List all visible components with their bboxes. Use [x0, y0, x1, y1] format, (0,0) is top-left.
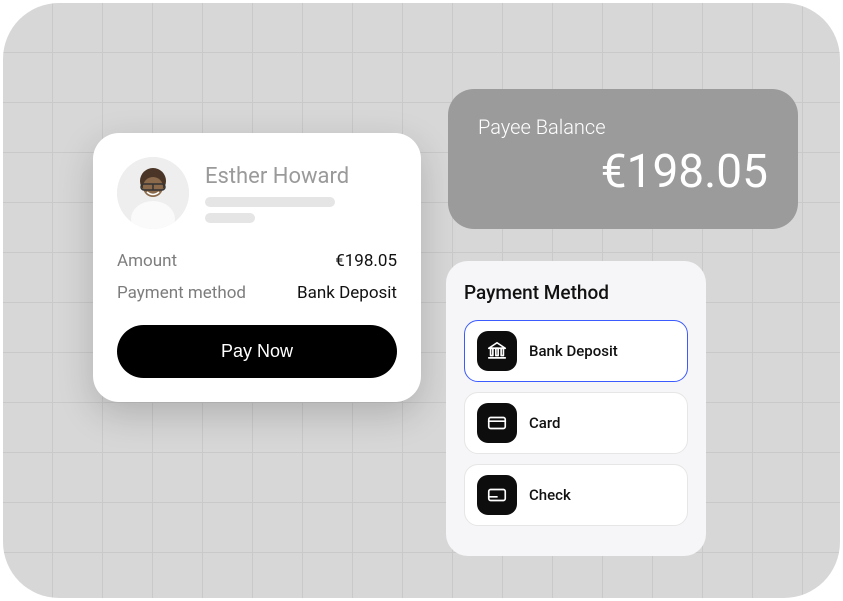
payee-name: Esther Howard: [205, 164, 397, 189]
method-row: Payment method Bank Deposit: [117, 283, 397, 303]
method-option-card[interactable]: Card: [464, 392, 688, 454]
app-canvas: Esther Howard Amount €198.05 Payment met…: [3, 3, 840, 598]
payee-header: Esther Howard: [117, 157, 397, 229]
skeleton: [205, 197, 397, 223]
balance-label: Payee Balance: [478, 115, 768, 139]
pay-now-button[interactable]: Pay Now: [117, 325, 397, 378]
check-icon: [477, 475, 517, 515]
method-label: Payment method: [117, 283, 246, 303]
balance-value: €198.05: [478, 145, 768, 199]
amount-value: €198.05: [335, 251, 397, 271]
payment-method-card: Payment Method Bank Deposit Ca: [446, 261, 706, 556]
payee-info: Esther Howard: [205, 164, 397, 223]
skeleton-line: [205, 197, 335, 207]
method-option-bank-deposit[interactable]: Bank Deposit: [464, 320, 688, 382]
method-label: Card: [529, 414, 561, 432]
amount-row: Amount €198.05: [117, 251, 397, 271]
method-value: Bank Deposit: [297, 283, 397, 303]
bank-icon: [477, 331, 517, 371]
method-option-check[interactable]: Check: [464, 464, 688, 526]
payment-method-title: Payment Method: [464, 281, 688, 304]
amount-label: Amount: [117, 251, 177, 271]
payee-card: Esther Howard Amount €198.05 Payment met…: [93, 133, 421, 402]
method-label: Check: [529, 486, 571, 504]
skeleton-line: [205, 213, 255, 223]
balance-card: Payee Balance €198.05: [448, 89, 798, 229]
method-label: Bank Deposit: [529, 342, 618, 360]
avatar: [117, 157, 189, 229]
card-icon: [477, 403, 517, 443]
